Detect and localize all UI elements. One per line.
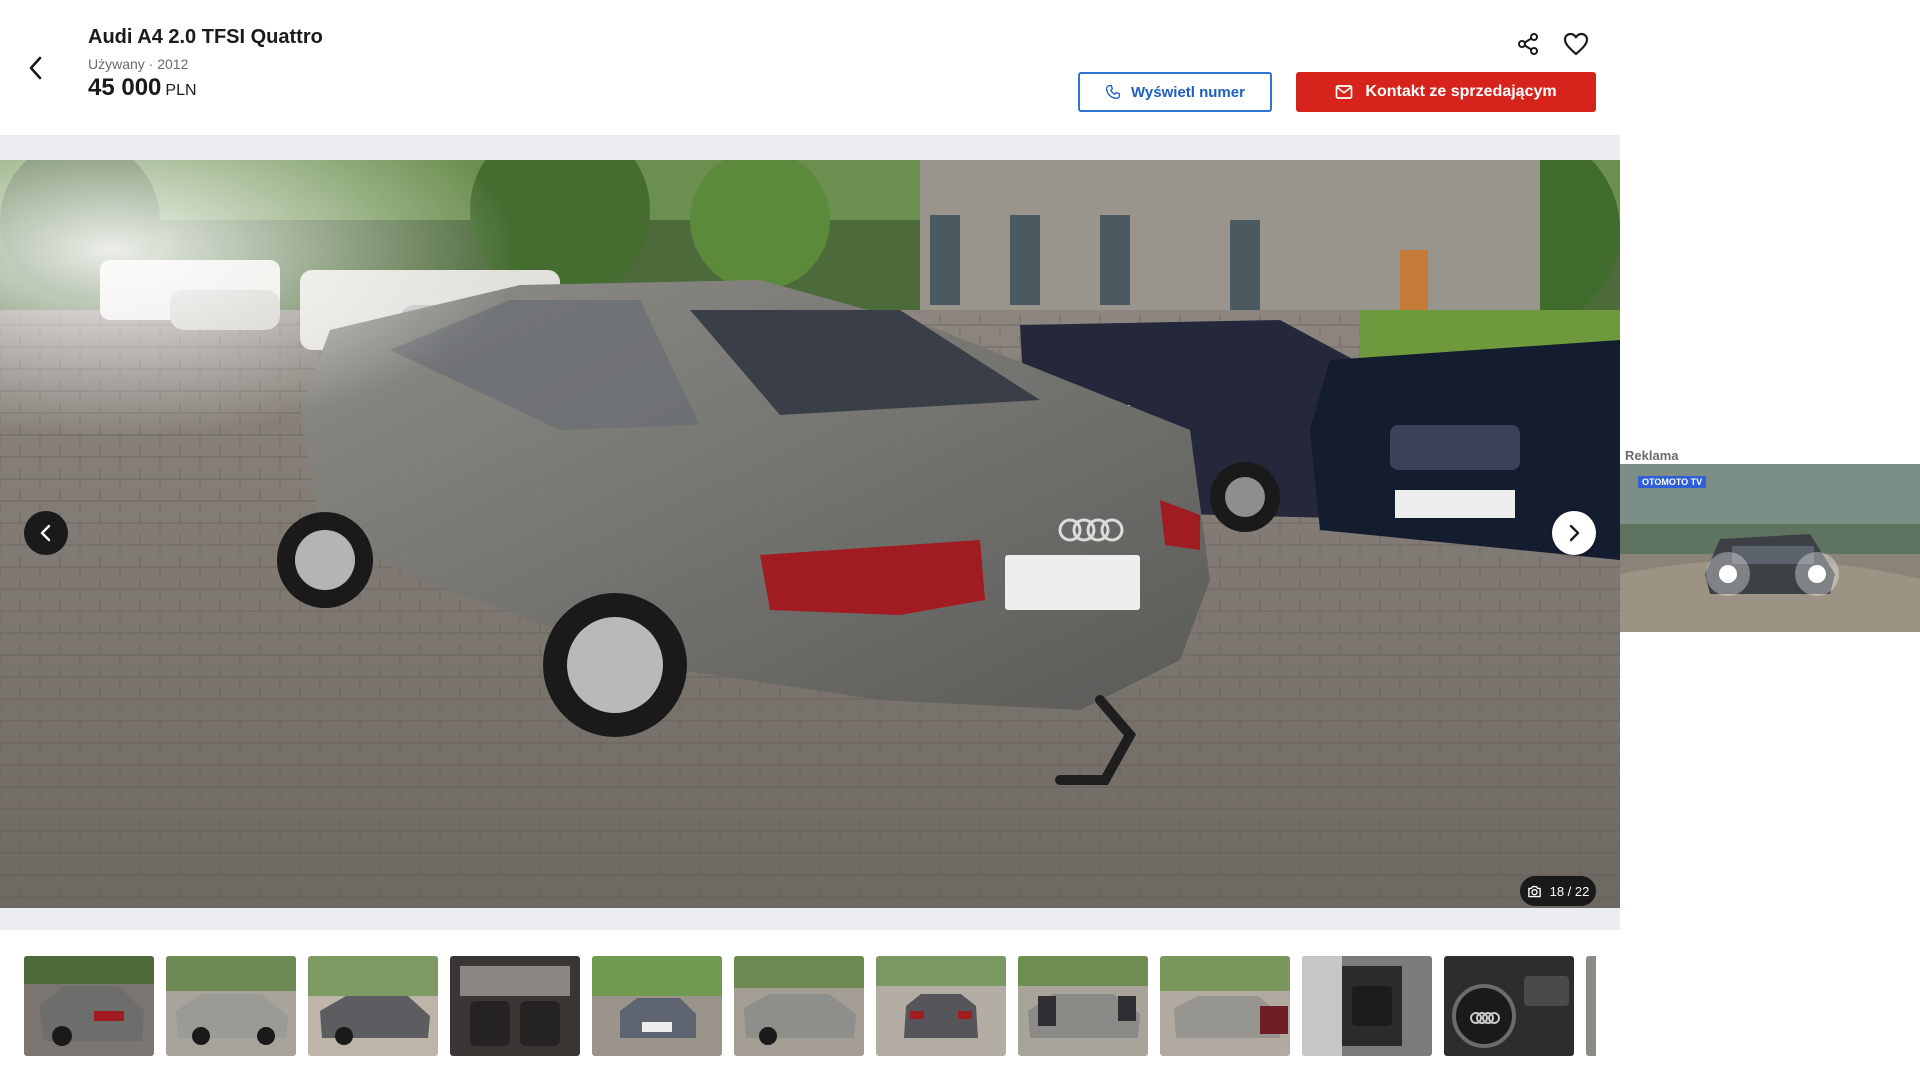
thumbnail-1[interactable]	[24, 956, 154, 1056]
show-number-label: Wyświetl numer	[1131, 83, 1245, 101]
thumbnail-11[interactable]	[1444, 956, 1574, 1056]
share-button[interactable]	[1514, 30, 1542, 58]
chevron-left-icon	[40, 524, 51, 542]
next-photo-button[interactable]	[1552, 511, 1596, 555]
phone-icon	[1106, 85, 1121, 99]
price-amount: 45 000	[88, 74, 162, 101]
listing-header: Audi A4 2.0 TFSI Quattro Używany · 2012 …	[0, 0, 1620, 135]
share-icon	[1518, 33, 1538, 55]
contact-seller-button[interactable]: Kontakt ze sprzedającym	[1296, 72, 1596, 112]
thumbnail-5[interactable]	[592, 956, 722, 1056]
ad-logo: OTOMOTO TV	[1638, 476, 1707, 488]
main-photo[interactable]	[0, 160, 1620, 908]
listing-price: 45 000 PLN	[88, 74, 197, 102]
photo-counter: 18 / 22	[1520, 876, 1596, 906]
show-number-button[interactable]: Wyświetl numer	[1078, 72, 1272, 112]
favorite-button[interactable]	[1562, 30, 1590, 58]
mail-icon	[1336, 85, 1353, 99]
thumbnail-4[interactable]	[450, 956, 580, 1056]
price-currency: PLN	[165, 82, 197, 99]
ad-label: Reklama	[1625, 448, 1679, 463]
listing-title: Audi A4 2.0 TFSI Quattro	[88, 26, 323, 48]
thumbnail-6[interactable]	[734, 956, 864, 1056]
thumbnail-8[interactable]	[1018, 956, 1148, 1056]
thumbnail-10[interactable]	[1302, 956, 1432, 1056]
photo-counter-text: 18 / 22	[1549, 883, 1590, 899]
back-button[interactable]	[22, 52, 50, 84]
chevron-right-icon	[1569, 524, 1580, 542]
ad-banner[interactable]: OTOMOTO TV	[1620, 464, 1920, 632]
ad-image	[1620, 464, 1920, 632]
thumbnail-3[interactable]	[308, 956, 438, 1056]
previous-photo-button[interactable]	[24, 511, 68, 555]
heart-icon	[1563, 32, 1589, 56]
thumbnail-12[interactable]	[1586, 956, 1596, 1056]
thumbnail-9[interactable]	[1160, 956, 1290, 1056]
thumbnail-strip	[24, 956, 1596, 1056]
thumbnail-2[interactable]	[166, 956, 296, 1056]
camera-icon	[1527, 885, 1541, 897]
chevron-left-icon	[29, 56, 42, 80]
listing-condition-year: Używany · 2012	[88, 56, 189, 72]
contact-seller-label: Kontakt ze sprzedającym	[1365, 83, 1557, 100]
thumbnail-7[interactable]	[876, 956, 1006, 1056]
